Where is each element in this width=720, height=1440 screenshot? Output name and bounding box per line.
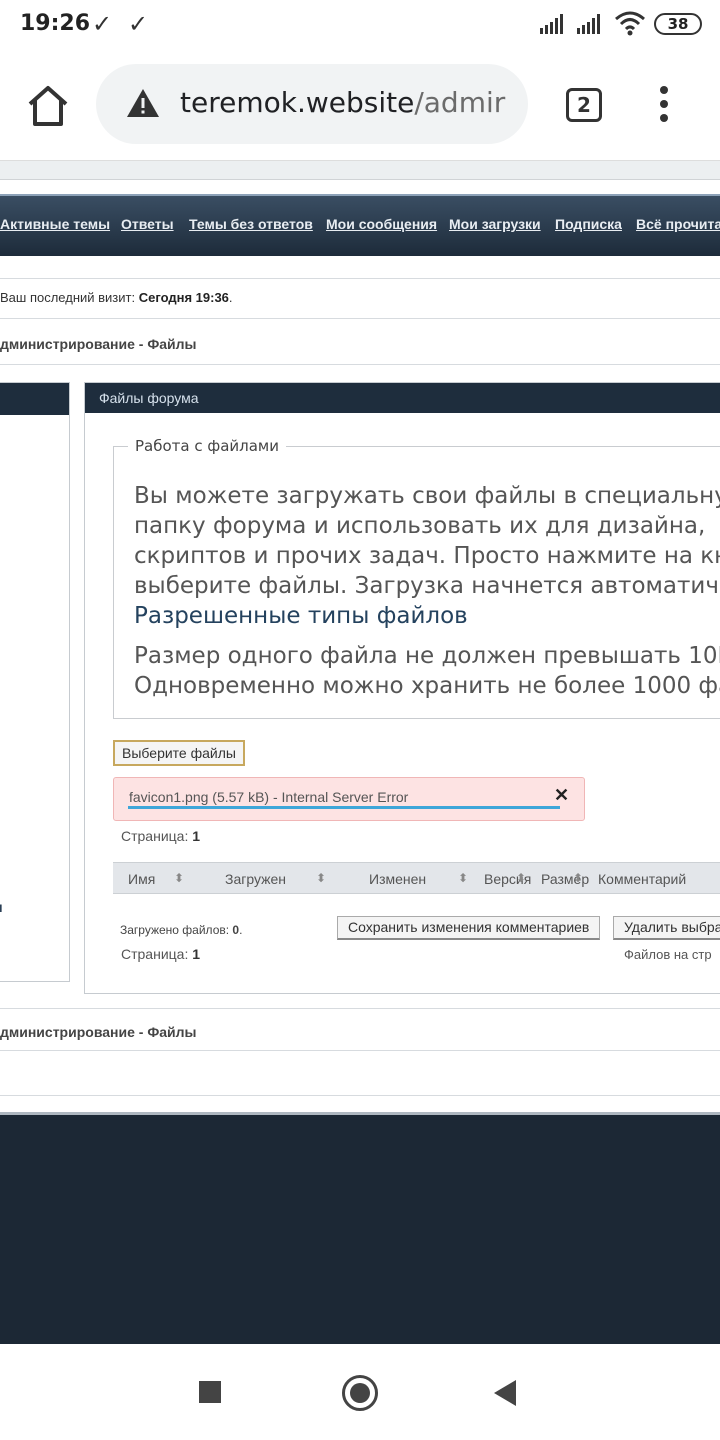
browser-menu-icon[interactable] [656, 86, 672, 126]
nav-link-subscriptions[interactable]: Подписка [555, 216, 622, 232]
home-icon[interactable] [24, 82, 72, 130]
left-sidebar-panel: и [0, 382, 70, 982]
info-paragraph-1: Вы можете загружать свои файлы в специал… [134, 481, 720, 631]
home-circle-icon[interactable] [342, 1375, 378, 1411]
choose-files-button[interactable]: Выберите файлы [113, 740, 245, 766]
status-bar: 19:26 ✓ ✓ 38 [0, 0, 720, 50]
files-info-fieldset: Работа с файлами Вы можете загружать сво… [113, 437, 720, 719]
sort-icon[interactable]: ⬍ [573, 871, 583, 885]
panel-title: Файлы форума [85, 383, 720, 413]
left-panel-header [0, 383, 69, 415]
fieldset-legend: Работа с файлами [135, 437, 279, 455]
column-uploaded[interactable]: Загружен [225, 871, 286, 887]
info-text: Вы можете загружать свои файлы в специал… [134, 481, 720, 711]
info-line: Вы можете загружать свои файлы в специал… [134, 483, 720, 509]
warning-icon[interactable] [126, 88, 160, 118]
divider [0, 318, 720, 319]
browser-toolbar: teremok.website/admir 2 [0, 50, 720, 160]
battery-indicator: 38 [654, 13, 702, 35]
page-indicator-bottom: Страница: 1 [121, 946, 200, 962]
uploaded-count: Загружено файлов: 0. [120, 923, 242, 937]
nav-link-replies[interactable]: Ответы [121, 216, 174, 232]
divider [0, 1050, 720, 1051]
sort-icon[interactable]: ⬍ [316, 871, 326, 885]
signal-icon [540, 14, 563, 34]
last-visit-value: Сегодня 19:36 [138, 290, 229, 305]
tab-switcher-button[interactable]: 2 [566, 88, 602, 122]
forum-files-panel: Файлы форума Работа с файлами Вы можете … [84, 382, 720, 994]
system-navigation-bar [0, 1344, 720, 1440]
info-line: папку форума и использовать их для дизай… [134, 513, 706, 539]
page-footer [0, 1112, 720, 1344]
sort-icon[interactable]: ⬍ [516, 871, 526, 885]
nav-link-my-uploads[interactable]: Мои загрузки [449, 216, 541, 232]
uploaded-label: Загружено файлов: [120, 923, 233, 937]
page-number-link[interactable]: 1 [192, 946, 200, 962]
allowed-file-types-link[interactable]: Разрешенные типы файлов [134, 603, 468, 629]
upload-error-message: favicon1.png (5.57 kB) - Internal Server… [113, 777, 585, 821]
sort-icon[interactable]: ⬍ [174, 871, 184, 885]
nav-link-unanswered[interactable]: Темы без ответов [189, 216, 313, 232]
url-path: /admir [414, 86, 506, 119]
column-name[interactable]: Имя [128, 871, 155, 887]
info-line: скриптов и прочих задач. Просто нажмите … [134, 543, 720, 569]
upload-error-text: favicon1.png (5.57 kB) - Internal Server… [129, 789, 409, 805]
check-icon: ✓ [92, 10, 113, 38]
last-visit-label: Ваш последний визит: [0, 290, 139, 305]
files-per-page[interactable]: Файлов на стр [624, 947, 712, 962]
nav-link-my-posts[interactable]: Мои сообщения [326, 216, 437, 232]
page-label: Страница: [121, 828, 193, 844]
delete-selected-button[interactable]: Удалить выбра [613, 916, 720, 940]
divider [0, 278, 720, 279]
files-table-header: Имя ⬍ Загружен ⬍ Изменен ⬍ Версия ⬍ Разм… [113, 862, 720, 894]
left-panel-link-fragment[interactable]: и [0, 899, 3, 915]
nav-link-active-topics[interactable]: Активные темы [0, 216, 110, 232]
forum-nav-bar: Активные темы Ответы Темы без ответов Мо… [0, 194, 720, 256]
clock: 19:26 [20, 11, 91, 36]
breadcrumb-bottom[interactable]: дминистрирование - Файлы [0, 1024, 197, 1040]
page-label: Страница: [121, 946, 193, 962]
page-number-link[interactable]: 1 [192, 828, 200, 844]
last-visit-suffix: . [228, 290, 233, 305]
last-visit: Ваш последний визит: Сегодня 19:36. [0, 290, 233, 305]
breadcrumb[interactable]: дминистрирование - Файлы [0, 336, 197, 352]
wifi-icon [615, 11, 645, 36]
divider [0, 1008, 720, 1009]
column-comment[interactable]: Комментарий [598, 871, 686, 887]
save-comments-button[interactable]: Сохранить изменения комментариев [337, 916, 601, 940]
upload-progress-bar [128, 806, 560, 809]
uploaded-suffix: . [239, 923, 243, 937]
info-line: Размер одного файла не должен превышать … [134, 643, 720, 669]
top-strip [0, 160, 720, 180]
info-paragraph-2: Размер одного файла не должен превышать … [134, 641, 720, 701]
divider [0, 364, 720, 365]
check-icon: ✓ [128, 10, 149, 38]
info-line: выберите файлы. Загрузка начнется автома… [134, 573, 720, 599]
info-line: Одновременно можно хранить не более 1000… [134, 673, 720, 699]
url-text[interactable]: teremok.website/admir [180, 86, 505, 119]
back-icon[interactable] [494, 1380, 516, 1406]
sort-icon[interactable]: ⬍ [458, 871, 468, 885]
signal-icon [577, 14, 600, 34]
url-host: teremok.website [180, 86, 415, 119]
divider [0, 1095, 720, 1096]
web-page: Активные темы Ответы Темы без ответов Мо… [0, 160, 720, 1344]
recent-apps-icon[interactable] [199, 1381, 221, 1403]
close-icon[interactable]: ✕ [554, 785, 569, 806]
page-indicator-top: Страница: 1 [121, 828, 200, 844]
nav-link-mark-all-read[interactable]: Всё прочитан [636, 216, 720, 232]
column-modified[interactable]: Изменен [369, 871, 426, 887]
address-bar[interactable]: teremok.website/admir [96, 64, 528, 144]
